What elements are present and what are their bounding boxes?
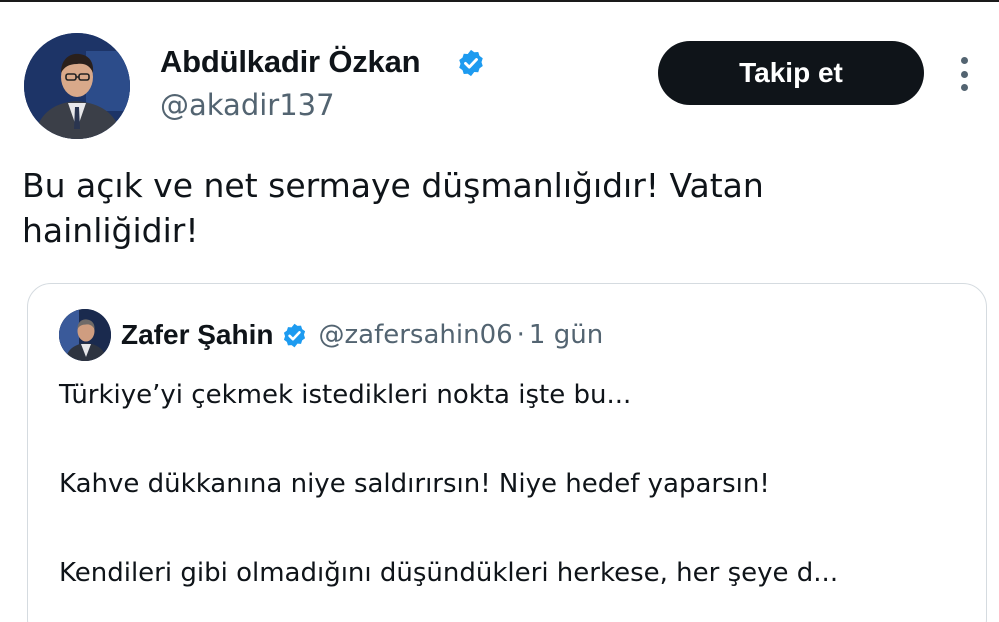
author-avatar[interactable] xyxy=(24,33,130,139)
top-divider xyxy=(0,0,999,2)
author-avatar-photo xyxy=(24,33,130,139)
author-handle[interactable]: @akadir137 xyxy=(160,88,335,122)
separator-dot: · xyxy=(516,320,525,350)
quoted-author-name[interactable]: Zafer Şahin xyxy=(121,318,273,352)
quoted-author-handle[interactable]: @zafersahin06 xyxy=(318,318,512,352)
quoted-tweet-line: Kahve dükkanına niye saldırırsın! Niye h… xyxy=(59,469,770,499)
verified-badge-icon xyxy=(459,49,483,77)
follow-button[interactable]: Takip et xyxy=(658,41,924,105)
quoted-tweet-card[interactable]: Zafer Şahin @zafersahin06 · 1 gün Türkiy… xyxy=(27,283,987,622)
verified-badge-icon xyxy=(284,323,306,347)
more-vertical-icon[interactable] xyxy=(952,54,976,94)
quoted-tweet-line: Kendileri gibi olmadığını düşündükleri h… xyxy=(59,558,839,588)
dot xyxy=(960,70,968,78)
author-name[interactable]: Abdülkadir Özkan xyxy=(160,44,421,80)
dot xyxy=(960,57,968,64)
quoted-tweet-header: Zafer Şahin @zafersahin06 · 1 gün xyxy=(121,317,603,353)
quoted-tweet-timestamp[interactable]: 1 gün xyxy=(529,318,603,352)
dot xyxy=(960,84,968,91)
quoted-author-avatar[interactable] xyxy=(59,309,111,361)
quoted-tweet-line: Türkiye’yi çekmek istedikleri nokta işte… xyxy=(59,380,632,410)
quoted-tweet-text: Türkiye’yi çekmek istedikleri nokta işte… xyxy=(59,378,959,590)
tweet-screenshot: Abdülkadir Özkan @akadir137 Takip et Bu … xyxy=(0,0,999,622)
quoted-author-avatar-photo xyxy=(59,309,111,361)
tweet-text: Bu açık ve net sermaye düşmanlığıdır! Va… xyxy=(22,166,764,250)
